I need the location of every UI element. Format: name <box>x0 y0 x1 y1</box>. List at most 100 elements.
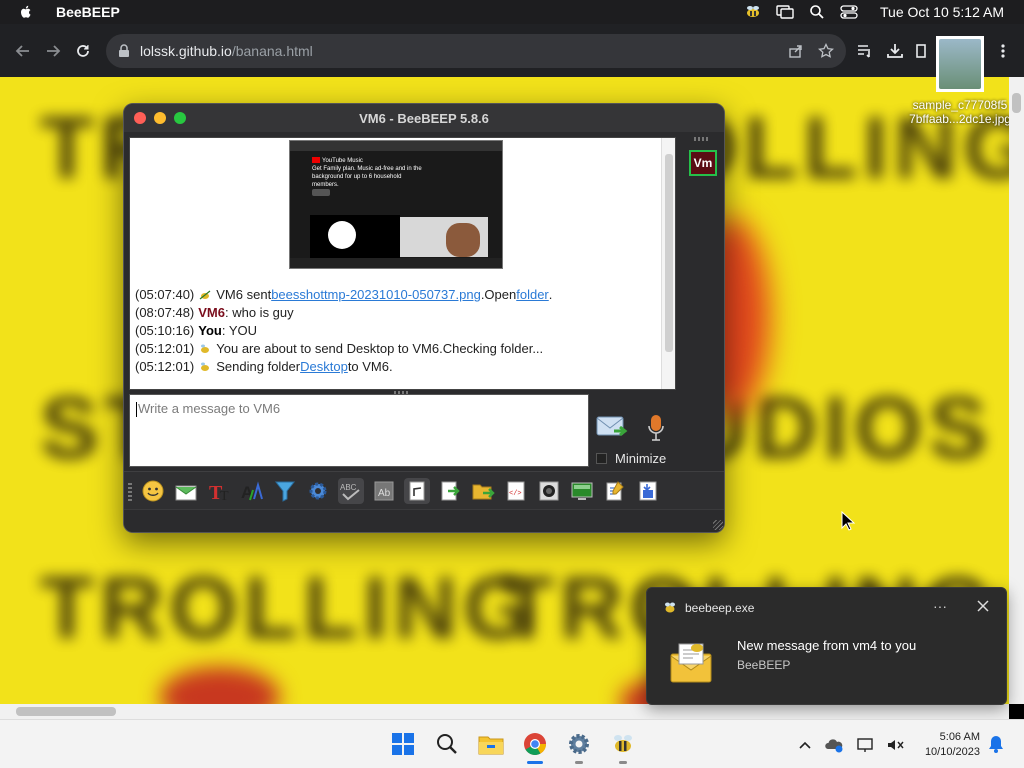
file-explorer-button[interactable] <box>475 728 507 760</box>
minimize-label: Minimize <box>615 451 667 466</box>
desktop-file[interactable]: sample_c77708f5 7bffaab...2dc1e.jpg <box>898 36 1022 126</box>
chat-scrollbar[interactable] <box>661 138 675 389</box>
page-vertical-scrollbar[interactable] <box>1009 77 1024 704</box>
apple-icon[interactable] <box>18 4 34 20</box>
taskbar-clock[interactable]: 5:06 AM 10/10/2023 <box>918 730 980 760</box>
message-input-placeholder: Write a message to VM6 <box>138 401 281 416</box>
beebeep-window: VM6 - BeeBEEP 5.8.6 YouTube Music Get Fam… <box>123 103 725 533</box>
network-icon[interactable] <box>856 737 874 753</box>
beebeep-app-icon <box>665 602 675 613</box>
notification-close-button[interactable] <box>975 598 991 614</box>
mac-menu-bar: BeeBEEP Tue Oct 10 5:12 AM <box>0 0 1024 24</box>
send-file-envelope-button[interactable] <box>173 478 199 504</box>
url-path: /banana.html <box>231 42 313 59</box>
browser-toolbar: lolssk.github.io/banana.html <box>0 24 1024 77</box>
file-link[interactable]: beesshottmp-20231010-050737.png <box>271 286 481 304</box>
resize-grip[interactable] <box>713 520 723 530</box>
message-input[interactable]: Write a message to VM6 <box>129 394 589 467</box>
page-blob <box>160 667 280 704</box>
chat-history[interactable]: YouTube Music Get Family plan. Music ad-f… <box>129 137 676 390</box>
settings-taskbar-button[interactable] <box>563 728 595 764</box>
start-button[interactable] <box>387 728 419 760</box>
chat-message: (05:12:01) Sending folder Desktop to VM6… <box>135 358 393 376</box>
folder-link[interactable]: folder <box>516 286 549 304</box>
font-button[interactable]: TT <box>206 478 232 504</box>
notification-bell-icon[interactable] <box>988 735 1004 753</box>
share-icon[interactable] <box>788 43 804 59</box>
reload-button[interactable] <box>68 36 98 66</box>
folder-link[interactable]: Desktop <box>300 358 348 376</box>
toast-notification[interactable]: beebeep.exe ··· New message from vm4 to … <box>646 587 1007 705</box>
notification-message: New message from vm4 to you <box>737 638 917 653</box>
taskbar-time: 5:06 AM <box>939 731 980 743</box>
page-horizontal-scrollbar[interactable] <box>0 704 1009 719</box>
window-title: VM6 - BeeBEEP 5.8.6 <box>359 110 489 126</box>
settings-gear-button[interactable] <box>305 478 331 504</box>
volume-muted-icon[interactable] <box>886 737 904 753</box>
panel-grip[interactable] <box>694 137 710 141</box>
address-bar[interactable]: lolssk.github.io/banana.html <box>106 33 846 68</box>
beebeep-tray-icon[interactable] <box>744 4 762 20</box>
sender-name: You <box>198 323 222 338</box>
send-folder-button[interactable] <box>470 478 496 504</box>
svg-text:T: T <box>220 489 229 503</box>
chevron-up-icon[interactable] <box>798 740 812 750</box>
code-snippet-button[interactable]: </> <box>503 478 529 504</box>
notification-app-name: beebeep.exe <box>685 601 755 615</box>
windows-taskbar: 5:06 AM 10/10/2023 <box>0 719 1024 768</box>
spellcheck-button[interactable]: ABC <box>338 477 364 504</box>
screen-mirroring-icon[interactable] <box>776 4 794 20</box>
bee-icon <box>199 290 211 300</box>
notification-header: beebeep.exe <box>663 601 754 615</box>
scrollbar-thumb[interactable] <box>16 707 116 716</box>
screenshot-button[interactable] <box>536 478 562 504</box>
chat-message: (05:12:01) You are about to send Desktop… <box>135 341 544 356</box>
beebeep-taskbar-button[interactable] <box>607 728 639 764</box>
send-file-button[interactable] <box>437 478 463 504</box>
active-app-name[interactable]: BeeBEEP <box>56 4 120 20</box>
save-chat-button[interactable] <box>635 478 661 504</box>
screenshot-preview[interactable]: YouTube Music Get Family plan. Music ad-f… <box>289 140 503 269</box>
taskbar-date: 10/10/2023 <box>924 746 980 758</box>
menu-bar-clock[interactable]: Tue Oct 10 5:12 AM <box>880 4 1004 20</box>
send-message-button[interactable] <box>596 413 628 441</box>
system-tray <box>798 720 904 768</box>
control-center-icon[interactable] <box>840 4 858 20</box>
lock-icon[interactable] <box>118 43 130 58</box>
bee-icon <box>201 362 210 371</box>
document-button[interactable] <box>404 477 430 504</box>
file-name-line2: 7bffaab...2dc1e.jpg <box>909 112 1011 126</box>
chat-message: (05:07:40) VM6 sent beesshottmp-20231010… <box>135 286 553 304</box>
status-bar <box>124 509 724 532</box>
back-button[interactable] <box>8 36 38 66</box>
chrome-taskbar-button[interactable] <box>519 728 551 764</box>
desktop-share-button[interactable] <box>569 478 595 504</box>
spotlight-search-icon[interactable] <box>808 4 826 20</box>
scrollbar-thumb[interactable] <box>665 154 673 352</box>
notes-button[interactable] <box>602 478 628 504</box>
window-title-bar[interactable]: VM6 - BeeBEEP 5.8.6 <box>124 104 724 132</box>
url-host: lolssk.github.io <box>140 42 232 59</box>
user-avatar[interactable]: Vm <box>689 150 717 176</box>
filter-button[interactable] <box>272 478 298 504</box>
scrollbar-thumb[interactable] <box>1012 93 1021 113</box>
onedrive-icon[interactable] <box>824 737 844 753</box>
search-button[interactable] <box>431 728 463 760</box>
checkbox-box[interactable] <box>596 453 607 464</box>
toolbar-grip[interactable] <box>128 480 132 501</box>
reading-list-icon[interactable] <box>856 43 874 59</box>
message-list: (05:07:40) VM6 sent beesshottmp-20231010… <box>135 286 660 376</box>
svg-text:ABC: ABC <box>340 483 357 492</box>
bookmark-star-icon[interactable] <box>818 42 834 59</box>
new-message-icon <box>670 643 712 683</box>
microphone-button[interactable] <box>646 413 666 443</box>
file-thumbnail <box>936 36 984 92</box>
preview-text: YouTube Music Get Family plan. Music ad-f… <box>312 157 422 188</box>
minimize-checkbox[interactable]: Minimize <box>596 451 666 466</box>
dictionary-button[interactable]: Ab <box>371 478 397 504</box>
notification-source: BeeBEEP <box>737 658 791 672</box>
notification-more-button[interactable]: ··· <box>933 598 947 614</box>
forward-button[interactable] <box>38 36 68 66</box>
text-color-button[interactable]: A <box>239 478 265 504</box>
emoticon-button[interactable] <box>140 478 166 504</box>
